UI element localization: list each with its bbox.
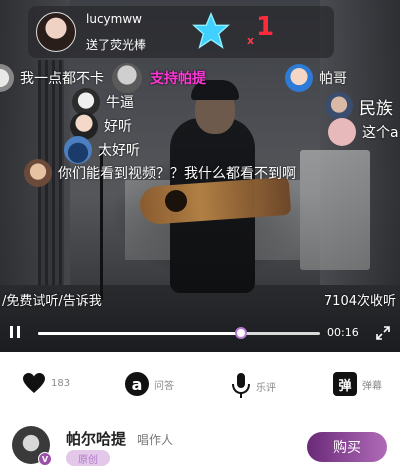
danmaku-label: 弹幕 <box>362 380 382 392</box>
avatar <box>325 92 353 120</box>
avatar <box>328 118 356 146</box>
heart-icon <box>23 373 45 393</box>
avatar <box>0 64 14 92</box>
danmaku-item: 民族 <box>325 92 393 120</box>
danmaku-text: 支持帕提 <box>150 71 206 87</box>
progress-handle[interactable] <box>235 327 248 339</box>
danmaku-text: 我一点都不卡 <box>20 71 104 87</box>
gift-sender-name: lucymww <box>86 12 142 26</box>
music-review-button[interactable]: 乐评 <box>231 372 276 400</box>
danmaku-text: 民族 <box>359 98 393 119</box>
danmaku-item: 你们能看到视频？？我什么都看不到啊 <box>24 159 296 187</box>
guitar-soundhole <box>165 190 187 212</box>
danmaku-text: 太好听 <box>98 143 140 159</box>
gift-multiplier: x <box>247 34 255 47</box>
pause-button[interactable] <box>7 324 23 342</box>
danmaku-text: 好听 <box>104 119 132 135</box>
qa-button[interactable]: a 问答 <box>125 372 174 396</box>
danmaku-text: 牛逼 <box>106 95 134 111</box>
gift-sender-avatar[interactable] <box>36 12 76 52</box>
progress-track[interactable] <box>38 327 320 339</box>
danmaku-text: 你们能看到视频？？我什么都看不到啊 <box>58 166 296 182</box>
elapsed-time: 00:16 <box>327 326 359 339</box>
play-count: 7104次收听 <box>323 294 396 309</box>
danmaku-item: 帕哥 <box>285 64 347 92</box>
star-glowstick-icon <box>192 12 230 49</box>
avatar <box>285 64 313 92</box>
buy-button[interactable]: 购买 <box>307 432 387 462</box>
danmaku-item: 这个a <box>328 118 399 146</box>
progress-fill <box>38 332 242 335</box>
original-tag: 原创 <box>66 450 110 466</box>
like-button[interactable]: 183 <box>22 372 70 394</box>
gift-message: 送了荧光棒 <box>86 38 147 52</box>
artist-role: 唱作人 <box>137 433 174 447</box>
video-player[interactable]: lucymww 送了荧光棒 x 1 我一点都不卡 支持帕提 帕哥 民族 牛逼 好… <box>0 0 400 352</box>
fullscreen-icon[interactable] <box>375 325 391 341</box>
artist-name[interactable]: 帕尔哈提 <box>66 428 126 449</box>
danmaku-button[interactable]: 弹 弹幕 <box>333 372 382 396</box>
avatar <box>24 159 52 187</box>
microphone-icon <box>232 373 250 398</box>
danmaku-text: 这个a <box>362 125 399 141</box>
verified-badge: V <box>38 452 52 466</box>
danmaku-icon: 弹 <box>333 372 357 396</box>
qa-icon: a <box>125 372 149 396</box>
music-review-label: 乐评 <box>256 382 276 394</box>
qa-label: 问答 <box>154 380 174 392</box>
free-trial-text[interactable]: /免费试听/告诉我 <box>2 290 102 309</box>
danmaku-text: 帕哥 <box>319 71 347 87</box>
background-shelf <box>300 150 370 270</box>
gift-count: 1 <box>256 12 275 42</box>
like-count: 183 <box>51 377 71 389</box>
